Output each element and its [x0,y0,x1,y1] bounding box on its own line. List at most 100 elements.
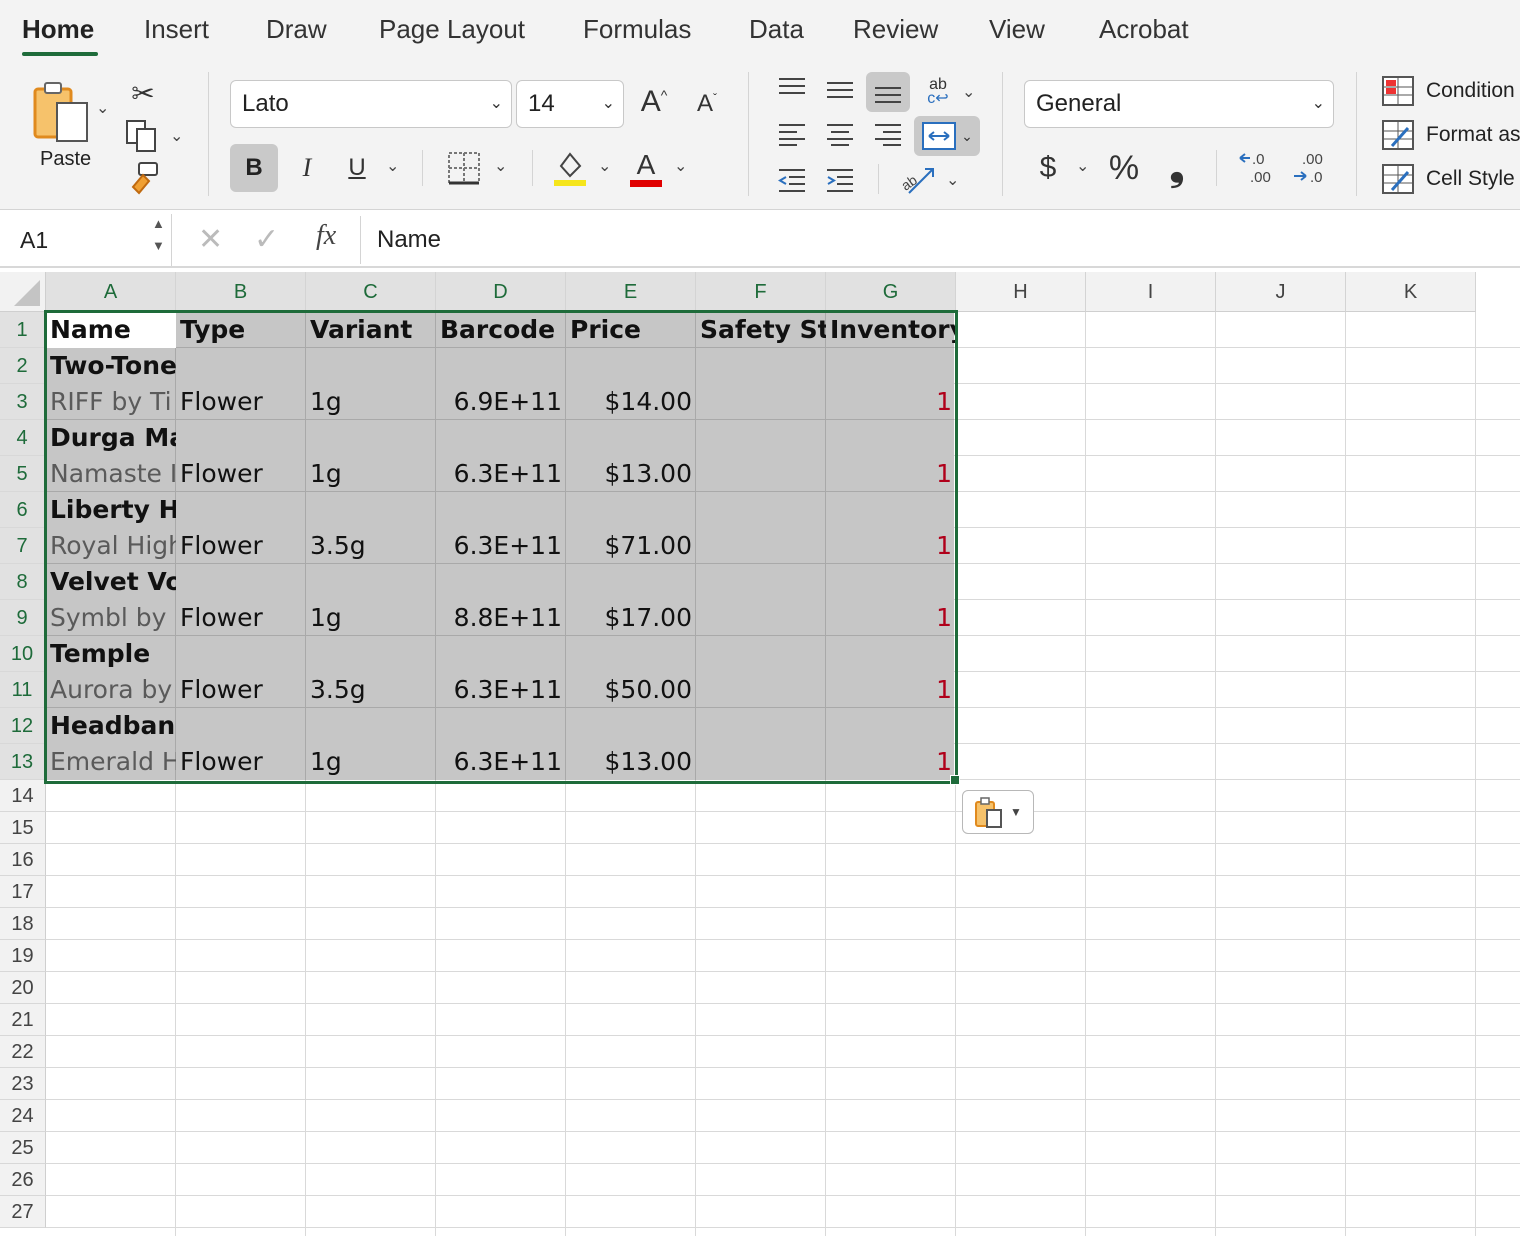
wrap-text-icon[interactable]: ab c↩ [920,74,956,110]
align-middle-icon[interactable] [824,76,856,104]
row-header-24[interactable]: 24 [0,1100,46,1132]
tab-insert[interactable]: Insert [144,14,209,45]
underline-dropdown-chevron-icon[interactable]: ⌄ [386,156,399,176]
row-header-5[interactable]: 5 [0,456,46,492]
row-header-14[interactable]: 14 [0,780,46,812]
name-box[interactable]: A1 [0,214,172,266]
conditional-formatting-button[interactable]: Condition [1382,76,1515,106]
decrease-decimal-icon[interactable]: .00.0 [1290,148,1334,188]
row-header-19[interactable]: 19 [0,940,46,972]
tab-review[interactable]: Review [853,14,938,45]
row-header-21[interactable]: 21 [0,1004,46,1036]
name-box-down-icon[interactable]: ▼ [152,238,165,253]
tab-view[interactable]: View [989,14,1045,45]
cut-scissors-icon[interactable]: ✂ [128,76,158,110]
copy-icon[interactable] [124,118,160,154]
bold-button[interactable]: B [230,144,278,192]
format-as-table-button[interactable]: Format as [1382,120,1520,150]
column-header-e[interactable]: E [566,272,696,312]
row-header-11[interactable]: 11 [0,672,46,708]
comma-style-button[interactable]: ❟ [1160,146,1194,190]
paste-options-button[interactable]: ▼ [962,790,1034,834]
text-orientation-icon[interactable]: ab [898,162,938,198]
font-size-select[interactable]: 14 ⌄ [516,80,624,128]
row-header-3[interactable]: 3 [0,384,46,420]
tab-data[interactable]: Data [749,14,804,45]
currency-dropdown-chevron-icon[interactable]: ⌄ [1076,156,1089,176]
decrease-font-size-icon[interactable]: Aˇ [690,86,724,122]
borders-dropdown-chevron-icon[interactable]: ⌄ [494,156,507,176]
row-header-10[interactable]: 10 [0,636,46,672]
row-header-23[interactable]: 23 [0,1068,46,1100]
worksheet-grid[interactable]: ABCDEFGHIJK 1 2 3 4 5 6 7 8 9 10 11 12 13 14 15 16 17 18 1… [0,272,1520,1236]
font-color-dropdown-chevron-icon[interactable]: ⌄ [674,156,687,176]
column-header-h[interactable]: H [956,272,1086,312]
row-header-1[interactable]: 1 [0,312,46,348]
increase-indent-icon[interactable] [824,166,856,194]
row-header-13[interactable]: 13 [0,744,46,780]
row-header-6[interactable]: 6 [0,492,46,528]
align-top-icon[interactable] [776,74,808,102]
row-header-18[interactable]: 18 [0,908,46,940]
align-right-icon[interactable] [872,120,904,148]
fill-color-bucket-icon[interactable] [552,146,588,190]
decrease-indent-icon[interactable] [776,166,808,194]
font-color-icon[interactable]: A [628,146,664,190]
column-header-i[interactable]: I [1086,272,1216,312]
row-header-20[interactable]: 20 [0,972,46,1004]
tab-formulas[interactable]: Formulas [583,14,691,45]
align-center-icon[interactable] [824,120,856,148]
format-painter-brush-icon[interactable] [124,160,162,196]
column-header-b[interactable]: B [176,272,306,312]
merge-center-button[interactable]: ⌄ [914,116,980,156]
row-header-8[interactable]: 8 [0,564,46,600]
row-header-16[interactable]: 16 [0,844,46,876]
row-header-12[interactable]: 12 [0,708,46,744]
percent-style-button[interactable]: % [1102,146,1146,190]
underline-button[interactable]: U [340,146,374,190]
wrap-text-dropdown-chevron-icon[interactable]: ⌄ [962,82,975,102]
borders-icon[interactable] [444,148,484,188]
column-header-d[interactable]: D [436,272,566,312]
row-header-26[interactable]: 26 [0,1164,46,1196]
number-format-select[interactable]: General ⌄ [1024,80,1334,128]
row-header-9[interactable]: 9 [0,600,46,636]
paste-dropdown-chevron-icon[interactable]: ⌄ [96,98,109,118]
tab-page-layout[interactable]: Page Layout [379,14,525,45]
formula-input[interactable]: Name [360,216,1520,264]
row-header-22[interactable]: 22 [0,1036,46,1068]
column-header-g[interactable]: G [826,272,956,312]
copy-dropdown-chevron-icon[interactable]: ⌄ [170,126,183,146]
column-header-j[interactable]: J [1216,272,1346,312]
tab-acrobat[interactable]: Acrobat [1099,14,1189,45]
fill-handle[interactable] [950,775,960,785]
increase-font-size-icon[interactable]: A ^ [634,82,674,122]
row-header-27[interactable]: 27 [0,1196,46,1228]
paste-button[interactable] [30,78,92,144]
column-header-k[interactable]: K [1346,272,1476,312]
row-header-17[interactable]: 17 [0,876,46,908]
align-bottom-icon[interactable] [866,72,910,112]
insert-function-fx-icon[interactable]: fx [316,220,336,252]
column-header-a[interactable]: A [46,272,176,312]
row-header-25[interactable]: 25 [0,1132,46,1164]
row-header-2[interactable]: 2 [0,348,46,384]
cancel-x-icon[interactable]: ✕ [198,222,223,257]
column-header-c[interactable]: C [306,272,436,312]
select-all-button[interactable] [0,272,46,312]
column-header-f[interactable]: F [696,272,826,312]
fill-color-dropdown-chevron-icon[interactable]: ⌄ [598,156,611,176]
orientation-dropdown-chevron-icon[interactable]: ⌄ [946,170,959,190]
tab-home[interactable]: Home [22,14,94,45]
align-left-icon[interactable] [776,120,808,148]
italic-button[interactable]: I [290,146,324,190]
enter-check-icon[interactable]: ✓ [254,222,279,257]
currency-format-button[interactable]: $ [1034,146,1062,190]
row-header-15[interactable]: 15 [0,812,46,844]
name-box-up-icon[interactable]: ▲ [152,216,165,231]
cell-styles-button[interactable]: Cell Style [1382,164,1515,194]
font-name-select[interactable]: Lato ⌄ [230,80,512,128]
row-header-4[interactable]: 4 [0,420,46,456]
increase-decimal-icon[interactable]: .0.00 [1236,148,1280,188]
row-header-7[interactable]: 7 [0,528,46,564]
